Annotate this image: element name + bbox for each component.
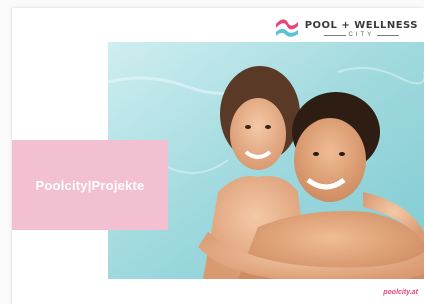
brand-title: POOL + WELLNESS bbox=[304, 20, 418, 31]
brand-text: POOL + WELLNESS CITY bbox=[305, 20, 418, 38]
footer-url[interactable]: poolcity.at bbox=[383, 289, 418, 296]
title-banner: Poolcity|Projekte bbox=[12, 140, 168, 230]
divider bbox=[323, 34, 346, 36]
divider bbox=[377, 34, 400, 36]
wave-logo-icon bbox=[275, 19, 298, 37]
cover-page: POOL + WELLNESS CITY Poolcity|Projekte p… bbox=[12, 8, 424, 304]
banner-title: Poolcity|Projekte bbox=[35, 177, 145, 193]
brand-subtitle: CITY bbox=[348, 32, 375, 38]
brand-subtitle-row: CITY bbox=[323, 32, 400, 38]
brand-logo[interactable]: POOL + WELLNESS CITY bbox=[274, 14, 418, 44]
